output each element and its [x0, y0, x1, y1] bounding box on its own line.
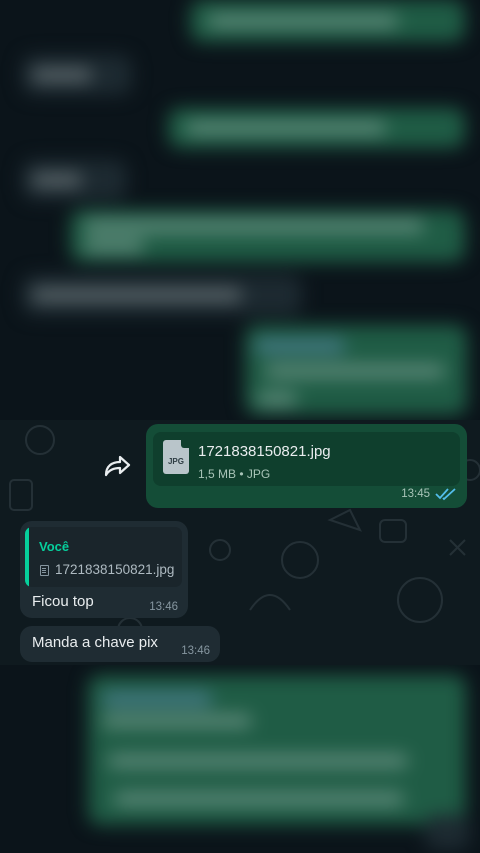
document-icon: [40, 565, 49, 576]
message-time: 13:46: [149, 601, 178, 613]
outgoing-file-message[interactable]: JPG 1721838150821.jpg 1,5 MB • JPG 13:45: [146, 424, 467, 508]
incoming-text-message[interactable]: Manda a chave pix 13:46: [20, 626, 220, 662]
message-time: 13:46: [181, 645, 210, 657]
file-name: 1721838150821.jpg: [198, 443, 331, 460]
read-ticks-icon: [435, 488, 456, 501]
blurred-messages-top: [0, 0, 480, 420]
message-time: 13:45: [401, 488, 430, 500]
file-attachment[interactable]: JPG 1721838150821.jpg 1,5 MB • JPG: [153, 432, 460, 486]
blurred-messages-bottom: [0, 665, 480, 853]
quoted-author: Você: [39, 539, 70, 554]
jpg-file-icon: JPG: [163, 440, 189, 474]
forward-icon[interactable]: [102, 453, 132, 479]
message-text: Ficou top: [32, 593, 94, 610]
quote-accent-bar: [25, 527, 29, 587]
file-meta: 1,5 MB • JPG: [198, 467, 271, 481]
quoted-message[interactable]: Você 1721838150821.jpg: [25, 527, 182, 587]
incoming-reply-message[interactable]: Você 1721838150821.jpg Ficou top 13:46: [20, 521, 188, 618]
message-text: Manda a chave pix: [32, 634, 158, 651]
quoted-file-name: 1721838150821.jpg: [55, 562, 175, 577]
